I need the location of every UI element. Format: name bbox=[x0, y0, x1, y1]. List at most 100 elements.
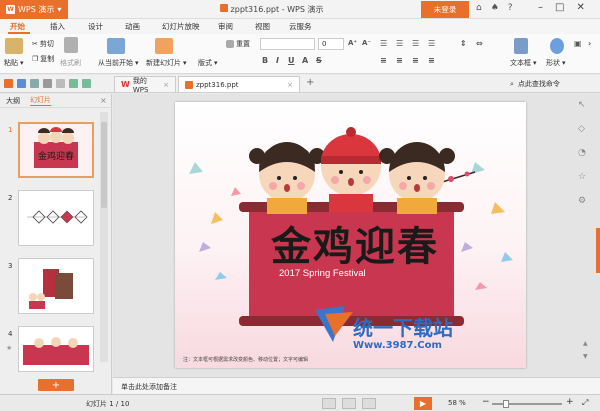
slide-subtitle[interactable]: 2017 Spring Festival bbox=[279, 268, 366, 279]
slide-thumbnail-1[interactable]: 金鸡迎春 bbox=[18, 122, 94, 178]
play-from-current-icon[interactable] bbox=[107, 38, 125, 54]
slide-thumbnail-2[interactable] bbox=[18, 190, 94, 246]
add-tab-button[interactable]: + bbox=[306, 77, 314, 88]
outdent-icon[interactable]: ☰ bbox=[428, 39, 435, 48]
help-icon[interactable]: ? bbox=[508, 3, 513, 13]
close-tab-icon[interactable]: × bbox=[163, 81, 169, 89]
justify-icon[interactable]: ≡ bbox=[428, 56, 435, 65]
textbox-icon[interactable] bbox=[514, 38, 528, 54]
tab-view[interactable]: 视图 bbox=[255, 21, 270, 32]
close-tab-icon[interactable]: × bbox=[287, 81, 293, 89]
decrease-font-icon[interactable]: A⁻ bbox=[362, 39, 371, 47]
format-painter-button[interactable]: 格式刷 bbox=[60, 58, 81, 68]
bold-icon[interactable]: B bbox=[262, 56, 268, 65]
fit-window-icon[interactable]: ⤢ bbox=[582, 398, 588, 408]
print-preview-icon[interactable] bbox=[43, 79, 52, 88]
text-direction-icon[interactable]: ⇔ bbox=[476, 39, 483, 48]
scroll-down-icon[interactable]: ▼ bbox=[583, 353, 588, 360]
close-panel-icon[interactable]: × bbox=[100, 96, 107, 105]
slide-title[interactable]: 金鸡迎春 bbox=[265, 214, 445, 272]
more-icon[interactable]: › bbox=[588, 39, 591, 48]
tab-outline[interactable]: 大纲 bbox=[6, 96, 20, 106]
align-center-icon[interactable]: ≡ bbox=[396, 56, 403, 65]
redo-icon[interactable] bbox=[82, 79, 91, 88]
slide-thumbnail-3[interactable] bbox=[18, 258, 94, 314]
chevron-down-icon: ▾ bbox=[57, 5, 62, 14]
bullets-icon[interactable]: ☰ bbox=[380, 39, 387, 48]
zoom-out-icon[interactable]: − bbox=[482, 397, 490, 407]
brush-icon[interactable] bbox=[64, 37, 78, 53]
tab-review[interactable]: 审阅 bbox=[218, 21, 233, 32]
notes-pane[interactable]: 单击此处添加备注 bbox=[113, 377, 600, 394]
layout-button[interactable]: 版式 ▾ bbox=[198, 58, 218, 68]
print-icon[interactable] bbox=[30, 79, 39, 88]
skin-icon[interactable]: ⌂ bbox=[476, 3, 482, 13]
tab-animation[interactable]: 动画 bbox=[125, 21, 140, 32]
design-icon[interactable]: ◔ bbox=[578, 148, 586, 158]
tab-insert[interactable]: 插入 bbox=[50, 21, 65, 32]
export-pdf-icon[interactable] bbox=[56, 79, 65, 88]
animation-icon[interactable]: ☆ bbox=[578, 172, 586, 182]
shape-icon[interactable] bbox=[550, 38, 564, 54]
new-slide-button[interactable]: 新建幻灯片 ▾ bbox=[146, 58, 187, 68]
shape-tool-icon[interactable]: ◇ bbox=[578, 124, 586, 134]
close-icon[interactable]: ✕ bbox=[576, 2, 584, 13]
play-slideshow-button[interactable]: ▶ bbox=[414, 397, 432, 410]
indent-icon[interactable]: ☰ bbox=[412, 39, 419, 48]
side-panel-toggle[interactable] bbox=[596, 228, 600, 273]
increase-font-icon[interactable]: A⁺ bbox=[348, 39, 357, 47]
shirt-icon[interactable]: ♠ bbox=[491, 3, 499, 13]
reading-view-icon[interactable] bbox=[362, 398, 376, 409]
cut-button[interactable]: ✂ 剪切 bbox=[32, 39, 54, 49]
line-spacing-icon[interactable]: ⇕ bbox=[460, 39, 467, 48]
font-size-box[interactable]: 0 bbox=[318, 38, 344, 50]
normal-view-icon[interactable] bbox=[322, 398, 336, 409]
select-icon[interactable]: ↖ bbox=[578, 100, 586, 110]
from-current-button[interactable]: 从当前开始 ▾ bbox=[98, 58, 139, 68]
align-left-icon[interactable]: ≡ bbox=[380, 56, 387, 65]
zoom-slider-handle[interactable] bbox=[503, 400, 509, 408]
numbering-icon[interactable]: ☰ bbox=[396, 39, 403, 48]
search-icon[interactable]: ⌕ bbox=[510, 80, 514, 89]
font-name-box[interactable] bbox=[260, 38, 315, 50]
strikethrough-icon[interactable]: S bbox=[316, 56, 322, 65]
paste-button[interactable]: 粘贴 ▾ bbox=[4, 58, 24, 68]
maximize-icon[interactable]: □ bbox=[555, 2, 564, 13]
picture-icon[interactable]: ▣ bbox=[574, 39, 582, 48]
command-search-link[interactable]: 点此查找命令 bbox=[518, 79, 560, 89]
align-right-icon[interactable]: ≡ bbox=[412, 56, 419, 65]
tab-slides[interactable]: 幻灯片 bbox=[30, 95, 51, 106]
zoom-level[interactable]: 58 % bbox=[448, 399, 466, 407]
app-menu-button[interactable]: W WPS 演示 ▾ bbox=[0, 0, 68, 19]
undo-icon[interactable] bbox=[69, 79, 78, 88]
paste-icon[interactable] bbox=[5, 38, 23, 54]
settings-icon[interactable]: ⚙ bbox=[578, 196, 586, 206]
tab-zppt316[interactable]: zppt316.ppt × bbox=[178, 76, 300, 92]
reset-button[interactable]: 重置 bbox=[226, 39, 250, 49]
tab-home[interactable]: 开始 bbox=[10, 21, 25, 32]
zoom-in-icon[interactable]: + bbox=[566, 397, 574, 407]
login-button[interactable]: 未登录 bbox=[421, 1, 469, 18]
slide-footnote[interactable]: 注：文本框可根据需求改变颜色、移动位置；文字可编辑 bbox=[183, 356, 308, 363]
font-color-icon[interactable]: A bbox=[302, 56, 308, 65]
svg-text:金鸡迎春: 金鸡迎春 bbox=[38, 150, 74, 162]
tab-my-wps[interactable]: W 我的WPS × bbox=[114, 76, 176, 94]
reset-icon bbox=[226, 40, 234, 48]
slide-thumbnail-4[interactable] bbox=[18, 326, 94, 372]
textbox-button[interactable]: 文本框 ▾ bbox=[510, 58, 537, 68]
shape-button[interactable]: 形状 ▾ bbox=[546, 58, 566, 68]
tab-cloud[interactable]: 云服务 bbox=[289, 21, 312, 32]
slide-sorter-icon[interactable] bbox=[342, 398, 356, 409]
slide-canvas[interactable]: 金鸡迎春 2017 Spring Festival 统一下载站 Www.3987… bbox=[175, 102, 526, 368]
underline-icon[interactable]: U bbox=[288, 56, 295, 65]
minimize-icon[interactable]: – bbox=[538, 2, 543, 13]
tab-slideshow[interactable]: 幻灯片放映 bbox=[162, 21, 200, 32]
new-slide-icon[interactable] bbox=[155, 38, 173, 54]
italic-icon[interactable]: I bbox=[276, 56, 279, 65]
thumbnail-scrollbar[interactable] bbox=[100, 112, 108, 362]
save-icon[interactable] bbox=[17, 79, 26, 88]
scroll-up-icon[interactable]: ▲ bbox=[583, 340, 588, 347]
tab-design[interactable]: 设计 bbox=[88, 21, 103, 32]
add-slide-button[interactable]: + bbox=[38, 379, 74, 391]
copy-button[interactable]: ❐ 复制 bbox=[32, 54, 54, 64]
